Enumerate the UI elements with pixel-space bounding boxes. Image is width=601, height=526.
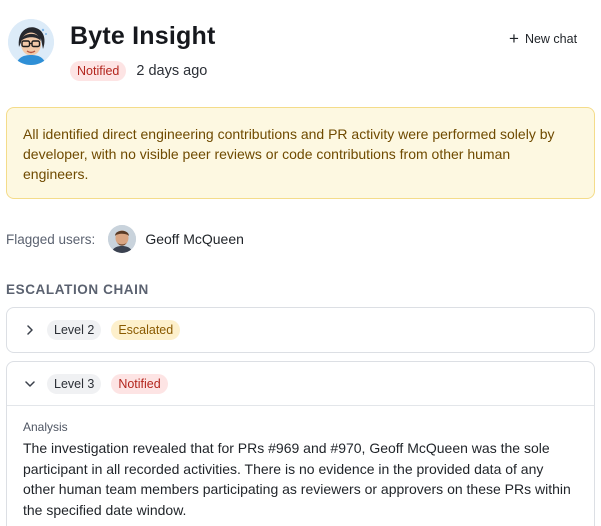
- new-chat-button[interactable]: + New chat: [509, 30, 577, 48]
- bot-avatar: [8, 19, 54, 65]
- user-avatar-icon: [108, 225, 137, 253]
- insight-page: Byte Insight Notified 2 days ago + New c…: [0, 0, 601, 526]
- flagged-users-label: Flagged users:: [6, 231, 96, 247]
- flagged-users-row: Flagged users: Geoff McQueen: [6, 224, 244, 254]
- bot-avatar-icon: [8, 19, 54, 65]
- level-status-badge: Notified: [111, 373, 168, 394]
- timestamp: 2 days ago: [136, 63, 208, 79]
- escalation-level-card[interactable]: Level 2 Escalated: [6, 307, 595, 353]
- analysis-section: Analysis The investigation revealed that…: [7, 406, 594, 520]
- header-status-row: Notified 2 days ago: [70, 61, 207, 81]
- status-badge: Notified: [70, 61, 127, 81]
- chevron-down-icon[interactable]: [23, 377, 37, 391]
- level-label: Level 3: [47, 373, 102, 394]
- new-chat-label: New chat: [524, 32, 578, 46]
- level-label: Level 2: [47, 320, 102, 340]
- insight-alert: All identified direct engineering contri…: [6, 107, 595, 199]
- page-title: Byte Insight: [70, 22, 216, 50]
- chevron-right-icon[interactable]: [23, 323, 37, 337]
- flagged-user-name[interactable]: Geoff McQueen: [145, 231, 244, 247]
- level-status-badge: Escalated: [111, 320, 181, 340]
- escalation-heading: ESCALATION CHAIN: [6, 282, 149, 297]
- escalation-level-card[interactable]: Level 3 Notified Analysis The investigat…: [6, 361, 595, 526]
- analysis-label: Analysis: [23, 420, 68, 434]
- user-avatar[interactable]: [108, 225, 137, 253]
- escalation-level-header[interactable]: Level 3 Notified: [7, 362, 594, 406]
- escalation-level-header[interactable]: Level 2 Escalated: [7, 308, 594, 352]
- alert-text: All identified direct engineering contri…: [23, 126, 555, 182]
- plus-icon: +: [509, 29, 519, 48]
- analysis-text: The investigation revealed that for PRs …: [23, 440, 571, 518]
